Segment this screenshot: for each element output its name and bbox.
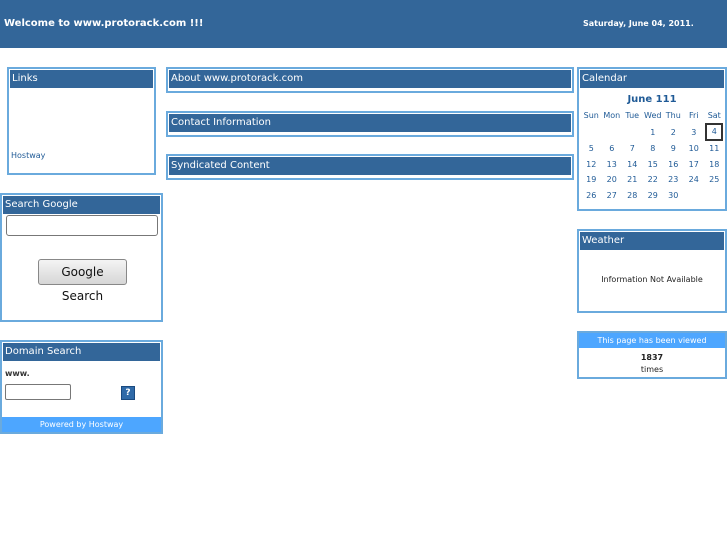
search-google-panel: Search Google Google Search [0, 193, 163, 322]
calendar-title: Calendar [579, 69, 725, 89]
calendar-day [602, 123, 623, 141]
calendar-day-header: Fri [688, 110, 699, 120]
calendar-day-header: Wed [644, 110, 662, 120]
google-search-input[interactable] [6, 215, 158, 236]
calendar-day-header: Thu [665, 110, 681, 120]
syndicated-panel: Syndicated Content [166, 154, 574, 180]
calendar-panel: Calendar June 111 Sun Mon Tue Wed Thu Fri Sat … [577, 67, 727, 211]
calendar-day[interactable]: 2 [663, 123, 684, 141]
calendar-day[interactable]: 17 [684, 157, 705, 173]
syndicated-title: Syndicated Content [168, 156, 572, 176]
calendar-day[interactable]: 19 [581, 172, 602, 188]
domain-prefix: www. [5, 369, 30, 378]
current-date: Saturday, June 04, 2011. [583, 19, 694, 28]
welcome-text: Welcome to www.protorack.com !!! [4, 18, 204, 29]
calendar-month: June 111 [627, 94, 677, 105]
calendar-day[interactable]: 25 [704, 172, 725, 188]
calendar-day[interactable]: 29 [643, 188, 664, 204]
calendar-day[interactable]: 11 [704, 141, 725, 157]
domain-search-panel: Domain Search www. ? Powered by Hostway [0, 340, 163, 434]
contact-title: Contact Information [168, 113, 572, 133]
calendar-day-header: Mon [603, 110, 621, 120]
counter-suffix: times [640, 365, 664, 374]
calendar-day [684, 188, 705, 204]
calendar-day[interactable]: 12 [581, 157, 602, 173]
calendar-day[interactable]: 5 [581, 141, 602, 157]
calendar-day[interactable]: 14 [622, 157, 643, 173]
calendar-day[interactable]: 27 [602, 188, 623, 204]
link-hostway[interactable]: Hostway [11, 151, 45, 160]
calendar-day-header: Tue [625, 110, 640, 120]
contact-panel: Contact Information [166, 111, 574, 137]
calendar-day[interactable]: 9 [663, 141, 684, 157]
domain-search-title: Domain Search [2, 342, 161, 362]
about-title: About www.protorack.com [168, 69, 572, 89]
calendar-day-header: Sun [583, 110, 599, 120]
links-title: Links [9, 69, 154, 89]
powered-by: Powered by Hostway [2, 417, 161, 432]
calendar-week: 26 27 28 29 30 [581, 188, 725, 204]
calendar-day[interactable]: 20 [602, 172, 623, 188]
calendar-day[interactable]: 3 [684, 123, 705, 141]
calendar-week: 19 20 21 22 23 24 25 [581, 172, 725, 188]
calendar-day [581, 123, 602, 141]
calendar-day[interactable]: 21 [622, 172, 643, 188]
calendar-day[interactable]: 18 [704, 157, 725, 173]
calendar-day[interactable]: 23 [663, 172, 684, 188]
calendar-day[interactable]: 22 [643, 172, 664, 188]
calendar-day[interactable]: 15 [643, 157, 664, 173]
calendar-today[interactable]: 4 [705, 123, 724, 141]
search-google-title: Search Google [2, 195, 161, 215]
calendar-day[interactable]: 8 [643, 141, 664, 157]
calendar-week: 12 13 14 15 16 17 18 [581, 157, 725, 173]
weather-title: Weather [579, 231, 725, 251]
calendar-day-header: Sat [707, 110, 721, 120]
counter-panel: This page has been viewed 1837 times [577, 331, 727, 379]
calendar-day[interactable]: 1 [643, 123, 664, 141]
calendar-week: 5 6 7 8 9 10 11 [581, 141, 725, 157]
links-panel: Links Hostway [7, 67, 156, 175]
calendar-day [622, 123, 643, 141]
calendar-day[interactable]: 28 [622, 188, 643, 204]
calendar-week: 1234 [581, 123, 725, 141]
about-panel: About www.protorack.com [166, 67, 574, 93]
calendar-day[interactable]: 7 [622, 141, 643, 157]
calendar-day[interactable]: 30 [663, 188, 684, 204]
calendar-day[interactable]: 4 [704, 123, 725, 141]
help-icon[interactable]: ? [121, 386, 135, 400]
calendar-day[interactable]: 13 [602, 157, 623, 173]
page-header: Welcome to www.protorack.com !!! Saturda… [0, 0, 727, 48]
google-search-button[interactable]: Google Search [38, 259, 127, 303]
calendar-day[interactable]: 26 [581, 188, 602, 204]
calendar-day[interactable]: 24 [684, 172, 705, 188]
calendar-day[interactable]: 10 [684, 141, 705, 157]
calendar-day[interactable]: 6 [602, 141, 623, 157]
calendar-day [704, 188, 725, 204]
weather-message: Information Not Available [601, 275, 703, 284]
domain-input[interactable] [5, 384, 71, 400]
counter-label: This page has been viewed [579, 333, 725, 348]
counter-count: 1837 [640, 353, 664, 362]
weather-panel: Weather Information Not Available [577, 229, 727, 313]
calendar-day[interactable]: 16 [663, 157, 684, 173]
calendar-grid: Sun Mon Tue Wed Thu Fri Sat 1 2 3 4 5 6 7 8 9 10 11 12 13 1… [581, 107, 725, 203]
